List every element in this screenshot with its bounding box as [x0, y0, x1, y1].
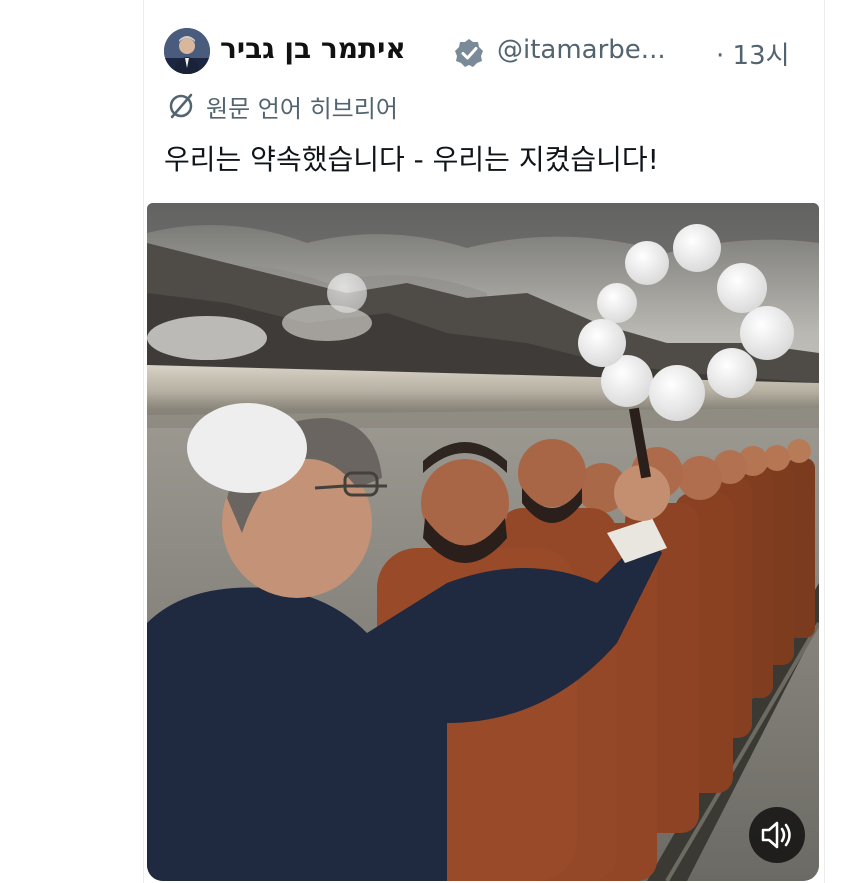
- sound-toggle-button[interactable]: [749, 807, 805, 863]
- author-name[interactable]: איתמר בן גביר: [220, 32, 406, 65]
- author-handle[interactable]: @itamarbe...: [497, 35, 666, 65]
- tweet-media-video[interactable]: 5243: [147, 203, 819, 881]
- media-image: 5243: [147, 203, 819, 881]
- translate-label: 원문 언어 히브리어: [206, 94, 398, 123]
- translate-row[interactable]: 원문 언어 히브리어: [166, 88, 398, 124]
- tweet-text: 우리는 약속했습니다 - 우리는 지켰습니다!: [164, 143, 659, 176]
- verified-badge-icon: [455, 39, 483, 67]
- tweet-time[interactable]: · 13시: [716, 35, 790, 72]
- speaker-icon: [761, 821, 791, 849]
- translate-icon: [169, 93, 193, 119]
- avatar[interactable]: [164, 28, 210, 74]
- tweet-card[interactable]: איתמר בן גביר @itamarbe... · 13시 원문 언어 히…: [143, 0, 825, 883]
- page: איתמר בן גביר @itamarbe... · 13시 원문 언어 히…: [0, 0, 850, 883]
